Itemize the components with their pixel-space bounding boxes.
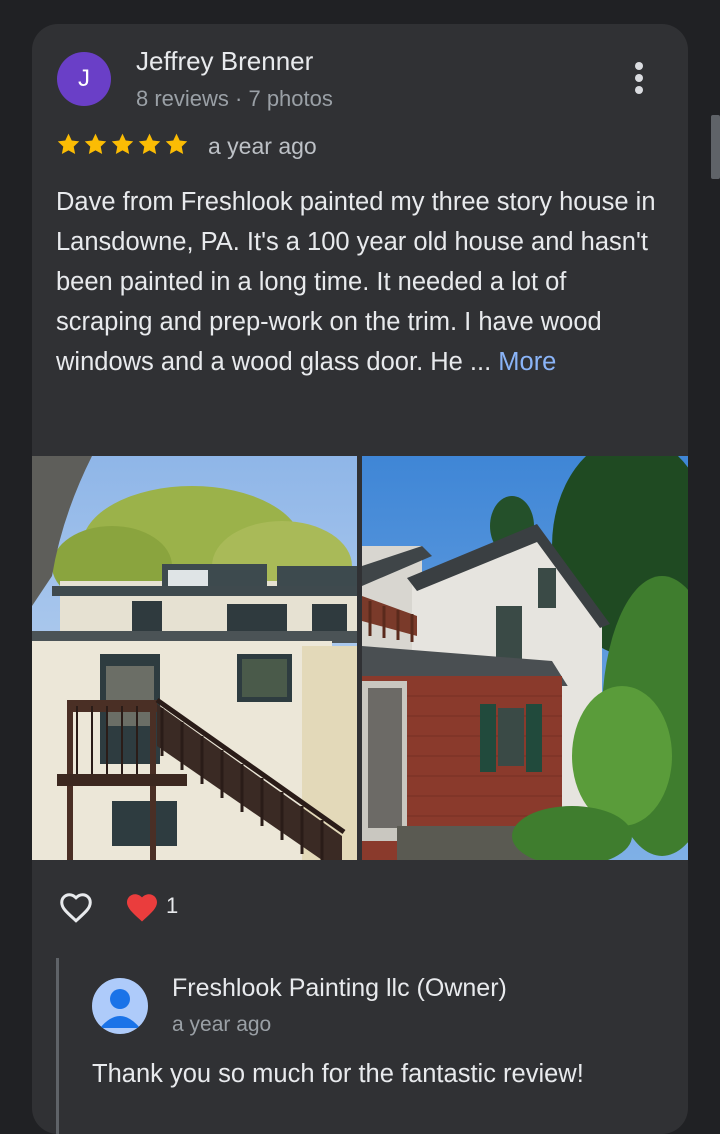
star-icon [57,133,80,154]
owner-reply-text: Thank you so much for the fantastic revi… [92,1060,584,1088]
review-body: Dave from Freshlook painted my three sto… [56,188,656,376]
person-icon [100,989,140,1028]
star-icon [138,133,161,154]
review-photo-1[interactable] [32,456,357,860]
scrollbar-thumb[interactable] [711,115,720,179]
reviewer-meta: 8 reviews · 7 photos [136,86,333,111]
reaction-count: 1 [166,893,179,918]
star-rating [56,132,189,157]
reviewer-avatar[interactable]: J [57,52,111,106]
star-icon [111,133,134,154]
house-back-stairs-photo [32,456,357,860]
owner-avatar[interactable] [92,978,148,1034]
review-text: Dave from Freshlook painted my three sto… [56,182,666,382]
review-time: a year ago [208,133,317,159]
red-heart-icon[interactable] [124,890,160,926]
avatar-initial: J [78,65,90,92]
heart-outline-icon[interactable] [56,890,96,926]
owner-reply-time: a year ago [172,1013,272,1036]
more-link[interactable]: More [498,348,556,376]
more-options-icon[interactable] [632,62,646,98]
reviewer-name[interactable]: Jeffrey Brenner [136,46,313,77]
reply-divider [56,958,59,1134]
review-photo-2[interactable] [362,456,688,860]
house-brick-side-photo [362,456,688,860]
review-card: J Jeffrey Brenner 8 reviews · 7 photos a… [32,24,688,1134]
star-icon [165,133,188,154]
star-icon [84,133,107,154]
owner-name: Freshlook Painting llc (Owner) [172,974,507,1002]
